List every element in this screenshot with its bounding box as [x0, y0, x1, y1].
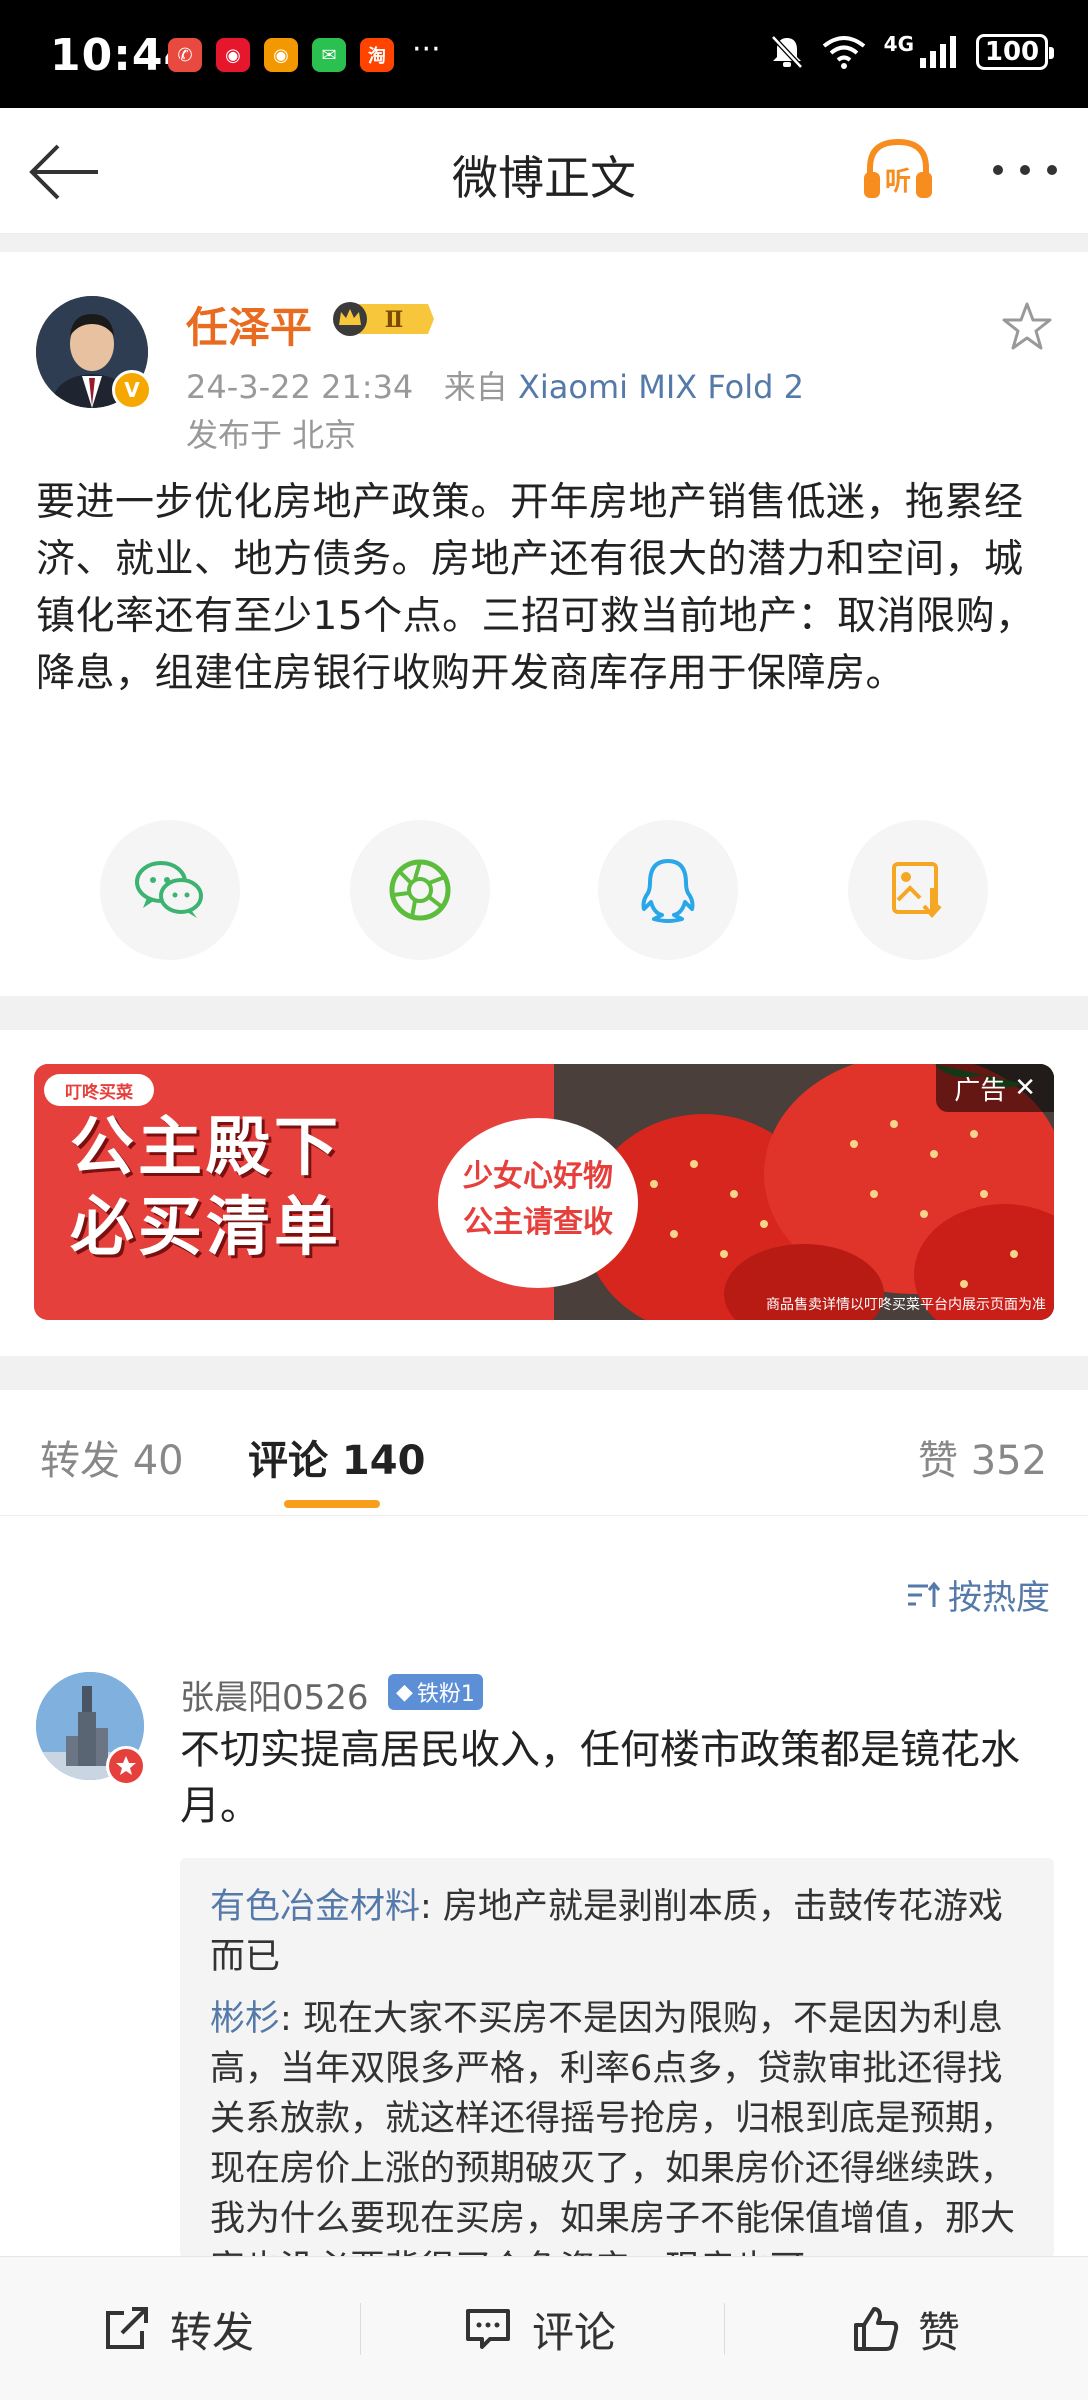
ad-fine-print: 商品售卖详情以叮咚买菜平台内展示页面为准 — [766, 1297, 1046, 1313]
headphones-icon: 听 — [864, 138, 932, 198]
qq-share-icon — [641, 859, 695, 923]
network-type: 4G — [883, 32, 914, 56]
status-right: 4G 100 — [770, 32, 1054, 70]
share-wechat-button[interactable] — [100, 820, 240, 960]
sort-icon — [908, 1581, 941, 1607]
bottom-action-bar: 转发 评论 赞 — [0, 2256, 1088, 2400]
reply-text: : 现在大家不买房不是因为限购，不是因为利息高，当年双限多严格，利率6点多，贷款… — [210, 1999, 1016, 2258]
mute-icon — [770, 35, 803, 69]
ad-close-tag[interactable]: 广告 ✕ — [936, 1064, 1054, 1112]
source-prefix: 来自 — [443, 368, 508, 406]
taobao-icon: 淘 — [360, 38, 394, 72]
ad-circle-line2: 公主请查收 — [463, 1205, 613, 1240]
divider — [360, 2303, 361, 2355]
member-crown-badge[interactable]: Ⅱ — [330, 300, 436, 338]
share-qq-button[interactable] — [598, 820, 738, 960]
interaction-tabs: 转发 40 评论 140 赞 352 — [0, 1390, 1088, 1516]
ad-brand-logo: 叮咚买菜 — [44, 1074, 154, 1106]
share-row — [0, 820, 1088, 962]
battery-indicator: 100 — [976, 34, 1054, 70]
post-location: 发布于 北京 — [186, 416, 357, 454]
share-out-icon — [106, 2307, 148, 2349]
verified-badge: V — [112, 370, 152, 410]
section-divider — [0, 1356, 1088, 1390]
ad-headline-line2: 必买清单 — [70, 1191, 342, 1265]
reply-thread[interactable]: 有色冶金材料: 房地产就是剥削本质，击鼓传花游戏而已 彬杉: 现在大家不买房不是… — [180, 1858, 1054, 2258]
wechat-share-icon — [135, 861, 203, 918]
reply-item: 有色冶金材料: 房地产就是剥削本质，击鼓传花游戏而已 — [210, 1882, 1024, 1982]
missed-call-icon: ✆ — [168, 38, 202, 72]
star-badge-icon — [116, 1756, 136, 1775]
top-nav-bar: 微博正文 听 — [0, 108, 1088, 234]
section-divider — [0, 234, 1088, 252]
signal-icon — [920, 36, 956, 68]
tab-comments[interactable]: 评论 140 — [248, 1428, 425, 1486]
wifi-icon — [822, 36, 865, 69]
moments-share-icon — [389, 859, 451, 921]
weibo-alt-icon: ◉ — [264, 38, 298, 72]
comment-button[interactable]: 评论 — [462, 2257, 616, 2400]
tab-repost[interactable]: 转发 40 — [40, 1428, 184, 1486]
repost-button[interactable]: 转发 — [102, 2257, 254, 2400]
divider — [724, 2303, 725, 2355]
weibo-icon: ◉ — [216, 38, 250, 72]
commenter-level-badge — [106, 1746, 146, 1786]
post-time: 24-3-22 21:34 — [186, 368, 414, 406]
save-image-icon — [892, 862, 942, 919]
reply-author[interactable]: 彬杉 — [210, 1999, 280, 2039]
author-name[interactable]: 任泽平 — [186, 294, 312, 355]
like-label: 赞 — [918, 2307, 961, 2357]
notification-icons: ✆ ◉ ◉ ✉ 淘 ··· — [168, 32, 441, 72]
ad-banner[interactable]: 叮咚买菜 公主殿下 必买清单 少女心好物 公主请查收 广告 ✕ 商品售卖详情以叮… — [34, 1064, 1054, 1320]
ad-circle-text: 少女心好物 公主请查收 — [438, 1154, 638, 1246]
comment-label: 评论 — [532, 2307, 617, 2357]
favorite-star-icon[interactable] — [1000, 300, 1054, 354]
comment-icon — [466, 2309, 510, 2349]
badge-level: Ⅱ — [385, 307, 404, 333]
diamond-icon: ◆ — [396, 1679, 413, 1705]
ad-headline-line1: 公主殿下 — [70, 1111, 342, 1185]
section-divider — [0, 996, 1088, 1030]
ad-brand: 叮咚买菜 — [65, 1082, 133, 1103]
ad-headline: 公主殿下 必买清单 — [70, 1108, 410, 1268]
save-image-button[interactable] — [848, 820, 988, 960]
device-source[interactable]: Xiaomi MIX Fold 2 — [518, 368, 804, 406]
reply-item: 彬杉: 现在大家不买房不是因为限购，不是因为利息高，当年双限多严格，利率6点多，… — [210, 1994, 1024, 2258]
thumbs-up-icon — [854, 2307, 899, 2351]
tab-likes[interactable]: 赞 352 — [918, 1428, 1047, 1486]
more-notifications: ··· — [412, 32, 441, 67]
reply-author[interactable]: 有色冶金材料 — [210, 1887, 420, 1927]
close-icon: ✕ — [1014, 1073, 1036, 1103]
fan-badge: ◆ 铁粉1 — [388, 1674, 483, 1710]
listen-label: 听 — [885, 167, 911, 197]
status-bar: 10:44 ✆ ◉ ◉ ✉ 淘 ··· 4G 100 — [0, 0, 1088, 108]
more-options-icon[interactable] — [990, 150, 1060, 190]
sort-label: 按热度 — [948, 1578, 1050, 1618]
wechat-icon: ✉ — [312, 38, 346, 72]
comment-text: 不切实提高居民收入，任何楼市政策都是镜花水月。 — [180, 1727, 1020, 1829]
repost-label: 转发 — [170, 2307, 255, 2357]
ad-label: 广告 — [954, 1075, 1007, 1106]
ad-circle-line1: 少女心好物 — [463, 1159, 613, 1194]
share-moments-button[interactable] — [350, 820, 490, 960]
like-button[interactable]: 赞 — [850, 2257, 960, 2400]
listen-button[interactable]: 听 — [860, 134, 936, 204]
commenter-name[interactable]: 张晨阳0526 — [180, 1670, 369, 1719]
fan-badge-label: 铁粉1 — [416, 1682, 475, 1707]
post-meta: 24-3-22 21:34 来自 Xiaomi MIX Fold 2 — [186, 362, 804, 408]
active-tab-indicator — [284, 1500, 380, 1508]
sort-by-hot-button[interactable]: 按热度 — [906, 1570, 1050, 1619]
post-body: 要进一步优化房地产政策。开年房地产销售低迷，拖累经济、就业、地方债务。房地产还有… — [36, 480, 1035, 696]
